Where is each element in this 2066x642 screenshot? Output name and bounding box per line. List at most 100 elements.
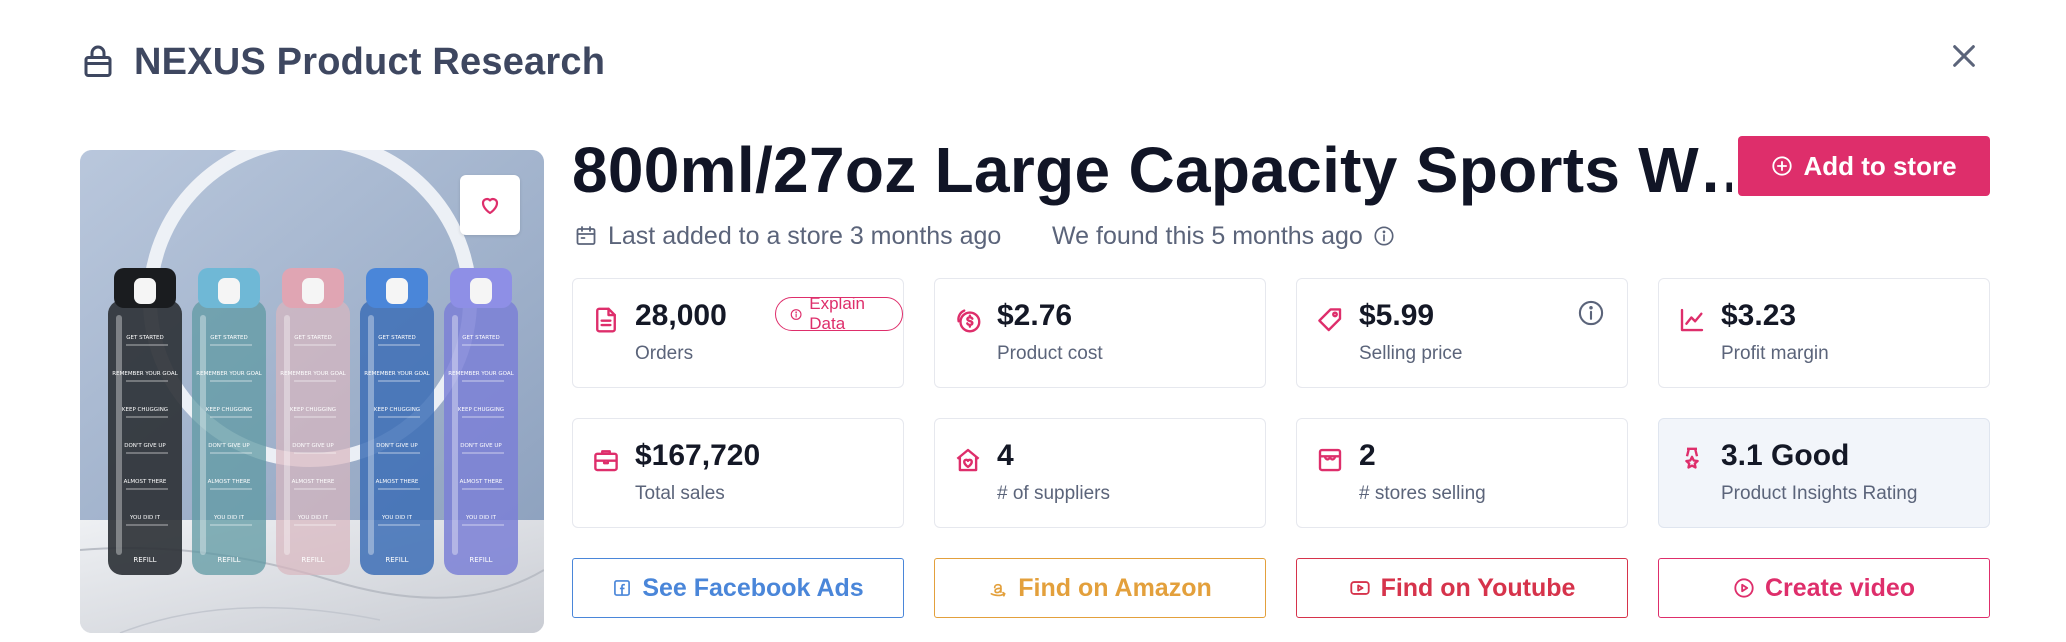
bottle-label: ALMOST THERE [376, 479, 419, 485]
selling-price-label: Selling price [1359, 343, 1463, 364]
bottle-label: REMEMBER YOUR GOAL [280, 371, 346, 377]
bottle-label: ALMOST THERE [124, 479, 167, 485]
bottle-label: KEEP CHUGGING [206, 407, 252, 413]
bottle-label: GET STARTED [378, 335, 416, 341]
bottle-label: YOU DID IT [465, 515, 497, 521]
stat-card-total-sales: $167,720 Total sales [572, 418, 904, 528]
bottle-label: DON'T GIVE UP [376, 443, 418, 449]
bottle-label: REMEMBER YOUR GOAL [112, 371, 178, 377]
calendar-icon [576, 226, 596, 245]
bottle-label: DON'T GIVE UP [460, 443, 502, 449]
stat-card-product-cost: $2.76 Product cost [934, 278, 1266, 388]
info-icon[interactable] [1577, 299, 1605, 327]
water-bottle: GET STARTED REMEMBER YOUR GOAL KEEP CHUGGI… [192, 268, 266, 575]
briefcase-icon [594, 450, 618, 472]
amazon-icon [990, 583, 1006, 597]
bottle-refill-label: REFILL [469, 556, 492, 564]
stat-card-insights-rating: 3.1 Good Product Insights Rating [1658, 418, 1990, 528]
bottle-refill-label: REFILL [385, 556, 408, 564]
find-on-youtube-button[interactable]: Find on Youtube [1296, 558, 1628, 618]
video-label: Create video [1764, 573, 1916, 602]
heart-icon [481, 197, 499, 215]
bottle-label: DON'T GIVE UP [292, 443, 334, 449]
close-button[interactable] [1944, 36, 1984, 76]
bottle-refill-label: REFILL [133, 556, 156, 564]
amazon-label: Find on Amazon [1018, 573, 1212, 602]
shopping-bag-icon [84, 45, 112, 77]
product-cost-value: $2.76 [997, 299, 1073, 332]
bottle-label: ALMOST THERE [460, 479, 503, 485]
product-title: 800ml/27oz Large Capacity Sports W… [572, 134, 1732, 206]
bottle-label: ALMOST THERE [208, 479, 251, 485]
water-bottle: GET STARTED REMEMBER YOUR GOAL KEEP CHUGGI… [444, 268, 518, 575]
total-sales-value: $167,720 [635, 439, 761, 472]
stat-card-orders: 28,000 Orders Explain Data [572, 278, 904, 388]
total-sales-label: Total sales [635, 483, 725, 504]
bottle-label: GET STARTED [210, 335, 248, 341]
bottle-label: YOU DID IT [213, 515, 245, 521]
create-video-button[interactable]: Create video [1658, 558, 1990, 618]
stores-selling-label: # stores selling [1359, 483, 1486, 504]
favorite-button[interactable] [460, 175, 520, 235]
explain-data-button[interactable]: Explain Data [775, 294, 903, 333]
bottle-label: KEEP CHUGGING [458, 407, 504, 413]
stat-card-suppliers: 4 # of suppliers [934, 418, 1266, 528]
bottle-label: ALMOST THERE [292, 479, 335, 485]
storefront-icon [1318, 448, 1342, 472]
bottle-label: REMEMBER YOUR GOAL [196, 371, 262, 377]
add-to-store-button[interactable]: Add to store [1738, 136, 1990, 196]
stat-card-profit-margin: $3.23 Profit margin [1658, 278, 1990, 388]
info-icon[interactable] [1373, 225, 1395, 247]
facebook-icon [614, 580, 631, 596]
modal-header: NEXUS Product Research [80, 36, 605, 88]
modal-title: NEXUS Product Research [134, 40, 606, 83]
profit-margin-value: $3.23 [1721, 299, 1797, 332]
suppliers-label: # of suppliers [997, 483, 1111, 504]
bottle-label: DON'T GIVE UP [208, 443, 250, 449]
price-tag-icon [1318, 308, 1342, 332]
bottle-label: GET STARTED [294, 335, 332, 341]
youtube-icon [1349, 581, 1370, 595]
info-icon [790, 308, 802, 320]
bottle-label: REMEMBER YOUR GOAL [364, 371, 430, 377]
facebook-label: See Facebook Ads [642, 573, 864, 602]
see-facebook-ads-button[interactable]: See Facebook Ads [572, 558, 904, 618]
document-icon [596, 307, 616, 333]
bottle-label: GET STARTED [126, 335, 164, 341]
bottle-label: YOU DID IT [297, 515, 329, 521]
bottle-label: GET STARTED [462, 335, 500, 341]
add-to-store-label: Add to store [1803, 150, 1957, 181]
water-bottle: GET STARTED REMEMBER YOUR GOAL KEEP CHUGGI… [108, 268, 182, 575]
coins-icon [957, 309, 981, 333]
bottle-label: YOU DID IT [129, 515, 161, 521]
explain-data-label: Explain Data [809, 294, 866, 333]
bottle-refill-label: REFILL [217, 556, 240, 564]
bottle-refill-label: REFILL [301, 556, 324, 564]
bottle-label: KEEP CHUGGING [374, 407, 420, 413]
selling-price-value: $5.99 [1359, 299, 1435, 332]
close-icon [1953, 45, 1975, 67]
found-text: We found this 5 months ago [1052, 221, 1363, 250]
stat-card-stores-selling: 2 # stores selling [1296, 418, 1628, 528]
play-circle-icon [1734, 578, 1754, 598]
last-added-info: Last added to a store 3 months ago [574, 220, 1001, 252]
youtube-label: Find on Youtube [1380, 573, 1576, 602]
supplier-house-icon [956, 448, 980, 472]
product-cost-label: Product cost [997, 343, 1103, 364]
bottle-label: REMEMBER YOUR GOAL [448, 371, 514, 377]
suppliers-value: 4 [997, 439, 1014, 472]
find-on-amazon-button[interactable]: Find on Amazon [934, 558, 1266, 618]
trend-chart-icon [1680, 308, 1704, 332]
bottle-label: YOU DID IT [381, 515, 413, 521]
found-info: We found this 5 months ago [1052, 220, 1395, 252]
water-bottle: GET STARTED REMEMBER YOUR GOAL KEEP CHUGGI… [276, 268, 350, 575]
stat-card-selling-price: $5.99 Selling price [1296, 278, 1628, 388]
insights-rating-value: 3.1 Good [1721, 439, 1850, 472]
water-bottle: GET STARTED REMEMBER YOUR GOAL KEEP CHUGGI… [360, 268, 434, 575]
award-ribbon-icon [1685, 447, 1699, 469]
profit-margin-label: Profit margin [1721, 343, 1829, 364]
last-added-text: Last added to a store 3 months ago [608, 221, 1002, 250]
stores-selling-value: 2 [1359, 439, 1376, 472]
bottle-label: KEEP CHUGGING [122, 407, 168, 413]
orders-value: 28,000 [635, 299, 727, 332]
